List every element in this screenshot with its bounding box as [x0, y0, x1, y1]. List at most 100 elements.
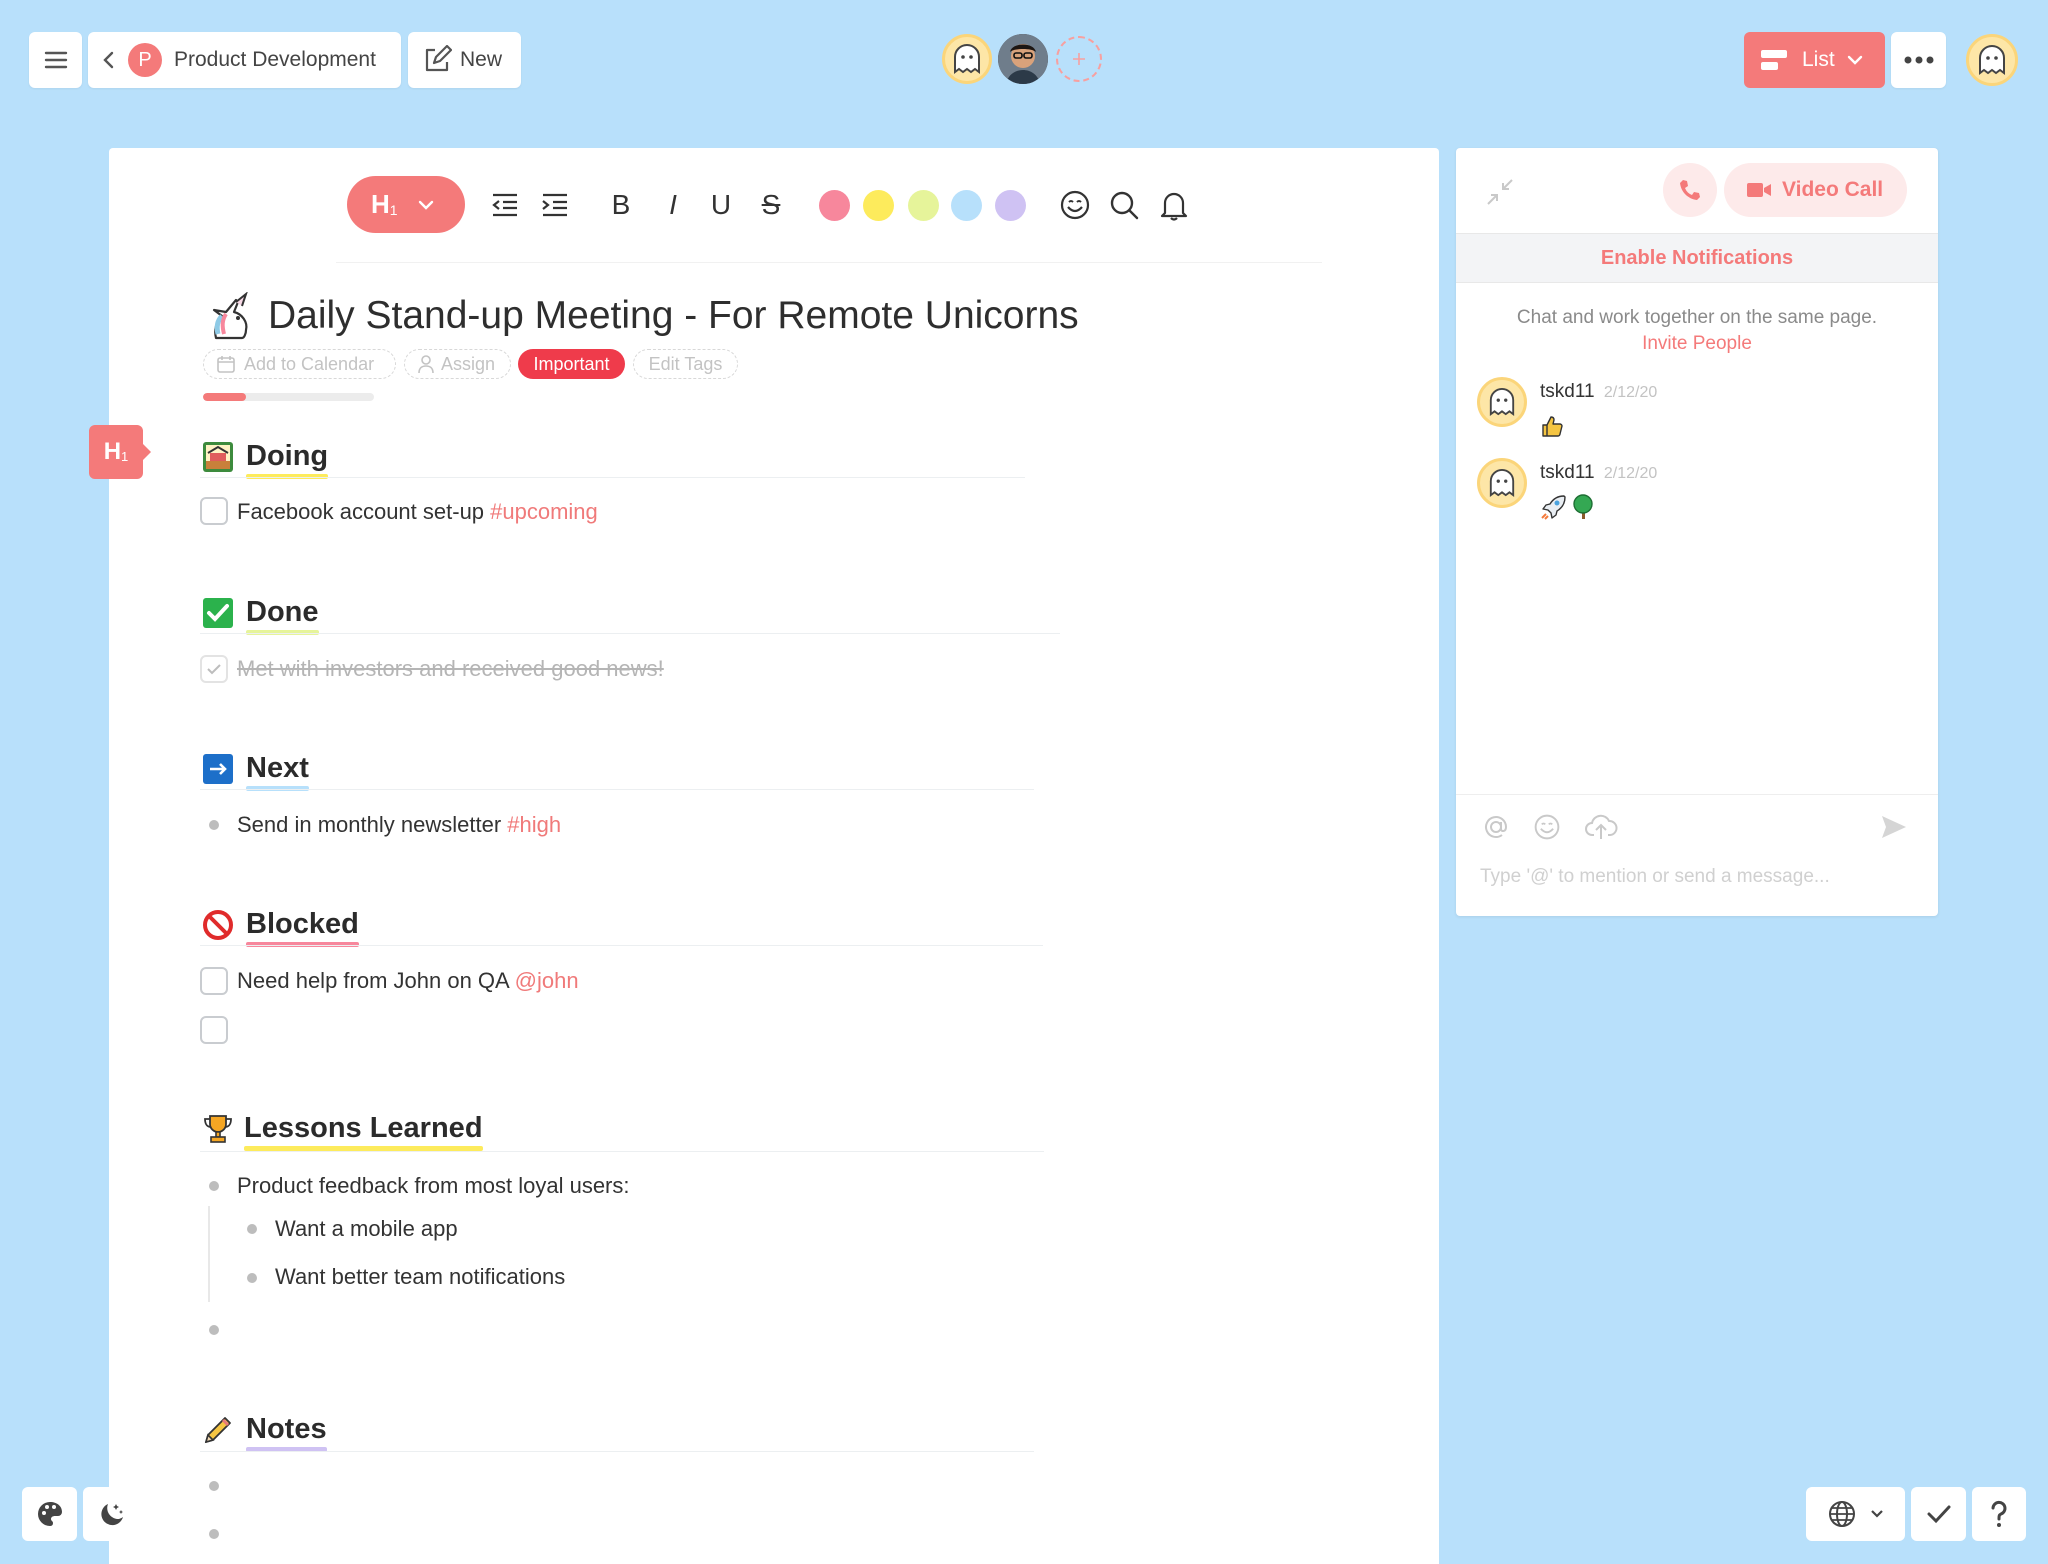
color-purple-button[interactable]	[995, 190, 1026, 221]
list-item[interactable]: Want a mobile app	[275, 1216, 458, 1242]
task-item-completed[interactable]: Met with investors and received good new…	[237, 656, 664, 682]
section-doing[interactable]: Doing	[202, 432, 329, 482]
list-bullet	[209, 820, 219, 830]
edit-tags-button[interactable]: Edit Tags	[633, 349, 738, 379]
chevron-down-icon	[1870, 1510, 1883, 1518]
person-icon	[418, 355, 434, 374]
color-lime-button[interactable]	[908, 190, 939, 221]
view-switcher-button[interactable]: List	[1744, 32, 1885, 88]
heading-style-dropdown[interactable]: H1	[347, 176, 465, 233]
progress-fill	[203, 393, 246, 401]
task-item[interactable]: Need help from John on QA @john	[237, 968, 579, 994]
video-icon	[1747, 183, 1771, 197]
page-title[interactable]: Daily Stand-up Meeting - For Remote Unic…	[268, 294, 1079, 338]
section-done[interactable]: Done	[202, 588, 319, 638]
color-yellow-button[interactable]	[863, 190, 894, 221]
divider	[200, 945, 1043, 946]
list-item[interactable]: Product feedback from most loyal users:	[237, 1173, 630, 1199]
more-button[interactable]	[1891, 32, 1946, 88]
menu-button[interactable]	[29, 32, 82, 88]
more-icon	[1904, 56, 1933, 64]
add-collaborator-button[interactable]	[1056, 36, 1102, 82]
list-bullet-empty[interactable]	[209, 1481, 219, 1491]
bold-button[interactable]: B	[608, 188, 634, 222]
send-button[interactable]	[1880, 813, 1910, 843]
tag-upcoming[interactable]: #upcoming	[490, 499, 598, 524]
prohibited-icon	[202, 909, 234, 941]
task-item[interactable]: Facebook account set-up #upcoming	[237, 499, 598, 525]
chat-emoji-button[interactable]	[1533, 813, 1563, 843]
search-button[interactable]	[1108, 188, 1140, 222]
divider	[200, 1451, 1034, 1452]
collaborator-photo-avatar[interactable]	[998, 34, 1048, 84]
list-item[interactable]: Want better team notifications	[275, 1264, 565, 1290]
breadcrumb[interactable]: P Product Development	[88, 32, 401, 88]
help-button[interactable]	[1972, 1487, 2026, 1541]
phone-call-button[interactable]	[1663, 163, 1717, 217]
mention-john[interactable]: @john	[515, 968, 579, 993]
task-checkbox[interactable]	[200, 967, 228, 995]
phone-icon	[1680, 180, 1700, 200]
heading-style-label: H	[371, 189, 390, 219]
color-pink-button[interactable]	[819, 190, 850, 221]
list-item[interactable]: Send in monthly newsletter #high	[237, 812, 561, 838]
chat-message-input[interactable]	[1480, 860, 1914, 894]
video-call-button[interactable]: Video Call	[1724, 163, 1907, 217]
invite-people-link[interactable]: Invite People	[1642, 333, 1752, 354]
important-tag[interactable]: Important	[518, 349, 625, 379]
section-notes[interactable]: Notes	[202, 1405, 327, 1455]
help-icon	[1991, 1500, 2007, 1527]
section-done-title: Done	[246, 596, 319, 635]
strikethrough-button[interactable]: S	[758, 188, 784, 222]
collaborator-avatar[interactable]	[942, 34, 992, 84]
message-avatar	[1477, 458, 1527, 508]
view-label: List	[1802, 48, 1835, 71]
task-checkbox[interactable]	[200, 497, 228, 525]
tasks-button[interactable]	[1911, 1487, 1966, 1541]
add-to-calendar-button[interactable]: Add to Calendar	[203, 349, 396, 379]
chat-intro-text: Chat and work together on the same page.	[1516, 307, 1878, 328]
emoji-button[interactable]	[1059, 188, 1091, 222]
theme-button[interactable]	[22, 1487, 77, 1541]
heading-marker-sub: 1	[121, 448, 129, 464]
section-next[interactable]: Next	[202, 744, 309, 794]
color-blue-button[interactable]	[951, 190, 982, 221]
italic-button[interactable]: I	[660, 188, 686, 222]
mention-button[interactable]	[1482, 813, 1512, 843]
language-button[interactable]	[1806, 1487, 1905, 1541]
list-bullet-empty[interactable]	[209, 1325, 219, 1335]
outdent-icon	[492, 193, 517, 217]
rocket-icon	[1540, 494, 1566, 520]
section-blocked[interactable]: Blocked	[202, 900, 359, 950]
new-label: New	[460, 48, 503, 71]
emoji-icon	[1534, 814, 1560, 840]
thumbs-up-icon	[1540, 414, 1564, 438]
dark-mode-button[interactable]	[83, 1487, 138, 1541]
section-lessons-learned[interactable]: Lessons Learned	[202, 1104, 483, 1154]
assign-label: Assign	[441, 353, 496, 374]
search-icon	[1110, 191, 1139, 220]
user-avatar[interactable]	[1966, 34, 2018, 86]
chat-intro: Chat and work together on the same page.…	[1500, 305, 1894, 357]
task-checkbox-checked[interactable]	[200, 655, 228, 683]
underline-button[interactable]: U	[708, 188, 734, 222]
chat-message: tskd11 2/12/20	[1540, 381, 1657, 403]
globe-icon	[1828, 1501, 1855, 1527]
outdent-button[interactable]	[490, 188, 520, 222]
assign-button[interactable]: Assign	[404, 349, 511, 379]
indent-button[interactable]	[540, 188, 570, 222]
upload-button[interactable]	[1584, 813, 1618, 843]
message-user: tskd11	[1540, 381, 1595, 402]
tag-high[interactable]: #high	[507, 812, 561, 837]
heading-block-marker[interactable]: H1	[89, 425, 151, 479]
list-bullet-empty[interactable]	[209, 1529, 219, 1539]
palette-icon	[37, 1502, 62, 1526]
task-checkbox-empty[interactable]	[200, 1016, 228, 1044]
video-call-label: Video Call	[1782, 178, 1884, 201]
reminder-button[interactable]	[1158, 188, 1190, 222]
collapse-chat-button[interactable]	[1484, 176, 1516, 208]
list-view-icon	[1761, 50, 1787, 70]
enable-notifications-bar[interactable]: Enable Notifications	[1456, 233, 1938, 283]
chevron-down-icon	[418, 200, 433, 210]
new-button[interactable]: New	[408, 32, 521, 88]
